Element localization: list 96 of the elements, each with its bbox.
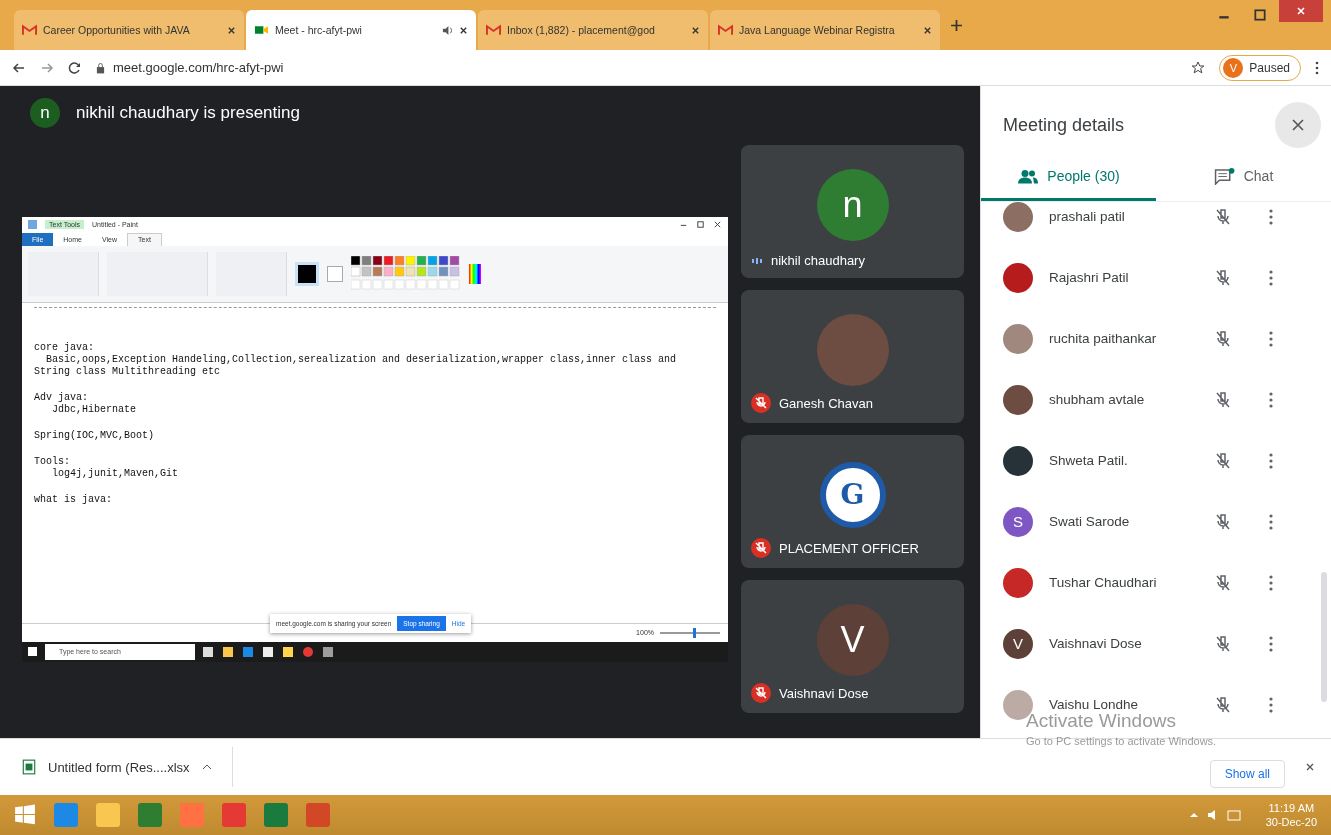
tab-title: Inbox (1,882) - placement@god bbox=[507, 24, 656, 36]
paint-app-icon bbox=[28, 220, 37, 229]
browser-tab[interactable]: Meet - hrc-afyt-pwi bbox=[246, 10, 476, 50]
tab-title: Career Opportunities with JAVA bbox=[43, 24, 191, 36]
show-all-button[interactable]: Show all bbox=[1209, 760, 1285, 788]
chat-icon bbox=[1213, 167, 1236, 185]
mail-icon bbox=[22, 24, 37, 36]
photo-placeholder bbox=[1003, 323, 1033, 354]
document-line: Basic,oops,Exception Handeling,Collection,serealization and deserialization,wrapper class,inner class and bbox=[45, 353, 678, 366]
more-icon[interactable] bbox=[1269, 513, 1273, 530]
logo-badge: G bbox=[819, 461, 886, 528]
close-icon bbox=[1291, 118, 1305, 132]
participant-avatar: V bbox=[816, 603, 889, 676]
close-icon bbox=[713, 220, 722, 229]
star-icon[interactable] bbox=[1191, 60, 1206, 75]
participant-name: Swati Sarode bbox=[1049, 514, 1131, 529]
close-icon[interactable] bbox=[691, 25, 700, 35]
more-icon[interactable] bbox=[1269, 696, 1273, 713]
participant-avatar: n bbox=[816, 168, 889, 241]
close-window-button[interactable] bbox=[1279, 0, 1323, 22]
color-two-swatch bbox=[327, 265, 343, 282]
more-icon[interactable] bbox=[1269, 635, 1273, 652]
reload-icon[interactable] bbox=[68, 60, 82, 75]
photo-placeholder bbox=[1003, 384, 1033, 415]
scrollbar[interactable] bbox=[1321, 572, 1327, 702]
participant-name: Shweta Patil. bbox=[1049, 453, 1129, 468]
participant-name: Ganesh Chavan bbox=[779, 395, 873, 411]
photo-placeholder bbox=[1003, 262, 1033, 293]
close-icon[interactable] bbox=[1305, 762, 1315, 772]
browser-tab[interactable]: Java Language Webinar Registra bbox=[710, 10, 940, 50]
document-line: what is java: bbox=[34, 493, 113, 506]
mail-icon bbox=[718, 24, 733, 36]
photo-placeholder bbox=[1003, 567, 1033, 598]
new-tab-icon[interactable] bbox=[950, 18, 963, 32]
presenter-text: nikhil chaudhary is presenting bbox=[76, 103, 300, 123]
participant-name: prashali patil bbox=[1049, 209, 1126, 224]
document-line: log4j,junit,Maven,Git bbox=[51, 467, 180, 480]
maximize-icon bbox=[696, 220, 705, 229]
spreadsheet-file-icon bbox=[22, 759, 36, 775]
participant-name: ruchita paithankar bbox=[1049, 331, 1158, 346]
more-icon[interactable] bbox=[1269, 269, 1273, 286]
address-bar[interactable]: meet.google.com/hrc-afyt-pwi bbox=[96, 60, 1178, 75]
activation-notice-title: Activate Windows bbox=[1026, 710, 1177, 732]
more-icon[interactable] bbox=[1269, 208, 1273, 225]
download-item[interactable]: Untitled form (Res....xlsx bbox=[22, 747, 233, 787]
tab-title: Meet - hrc-afyt-pwi bbox=[275, 24, 363, 36]
document-line: Spring(IOC,MVC,Boot) bbox=[34, 429, 156, 442]
windows-logo-icon[interactable] bbox=[14, 804, 36, 826]
document-line: core java: bbox=[34, 341, 95, 354]
participant-name: Vaishnavi Dose bbox=[1049, 636, 1143, 651]
close-icon[interactable] bbox=[459, 25, 468, 35]
participant-name: Vaishnavi Dose bbox=[779, 685, 869, 701]
participant-name: Tushar Chaudhari bbox=[1049, 575, 1158, 590]
back-icon[interactable] bbox=[12, 60, 26, 75]
more-icon[interactable] bbox=[1269, 391, 1273, 408]
close-icon[interactable] bbox=[923, 25, 932, 35]
color-one-swatch bbox=[295, 261, 319, 286]
more-icon[interactable] bbox=[1269, 452, 1273, 469]
tab-title: Java Language Webinar Registra bbox=[739, 24, 896, 36]
more-icon[interactable] bbox=[1269, 330, 1273, 347]
close-icon[interactable] bbox=[227, 25, 236, 35]
activation-notice-text: Go to PC settings to activate Windows. bbox=[1026, 735, 1217, 747]
photo-placeholder bbox=[1003, 445, 1033, 476]
edit-colors-icon bbox=[469, 263, 481, 284]
panel-title: Meeting details bbox=[1003, 114, 1126, 136]
participant-name: Vaishu Londhe bbox=[1049, 697, 1140, 712]
document-line: Tools: bbox=[34, 455, 71, 468]
people-icon bbox=[1017, 167, 1040, 185]
participant-avatar: V bbox=[1003, 628, 1033, 659]
panel-tab[interactable]: People (30) bbox=[981, 154, 1156, 201]
more-icon[interactable] bbox=[1315, 60, 1319, 75]
video-camera-icon bbox=[254, 24, 269, 36]
close-icon bbox=[1296, 6, 1306, 16]
participant-name: nikhil chaudhary bbox=[771, 253, 865, 268]
presenter-avatar: n bbox=[30, 98, 60, 128]
windows-logo-icon bbox=[28, 647, 37, 656]
close-button[interactable] bbox=[1275, 102, 1321, 148]
document-line: Adv java: bbox=[34, 391, 89, 404]
browser-tab[interactable]: Inbox (1,882) - placement@god bbox=[478, 10, 708, 50]
lock-icon bbox=[96, 61, 105, 74]
panel-tab[interactable]: Chat bbox=[1156, 154, 1331, 201]
clock-date: 30-Dec-20 bbox=[1265, 815, 1317, 829]
forward-icon[interactable] bbox=[40, 60, 54, 75]
document-line: Jdbc,Hibernate bbox=[51, 403, 138, 416]
participant-avatar: S bbox=[1003, 506, 1033, 537]
maximize-icon[interactable] bbox=[1253, 8, 1267, 22]
participant-name: Rajashri Patil bbox=[1049, 270, 1130, 285]
clock-time: 11:19 AM bbox=[1268, 801, 1315, 815]
browser-tab[interactable]: Career Opportunities with JAVA bbox=[14, 10, 244, 50]
caret-icon bbox=[201, 764, 212, 770]
mail-icon bbox=[486, 24, 501, 36]
photo-placeholder bbox=[1003, 202, 1033, 232]
more-icon[interactable] bbox=[1269, 574, 1273, 591]
document-line: String class Multithreading etc bbox=[34, 365, 222, 378]
participant-name: shubham avtale bbox=[1049, 392, 1146, 407]
participant-name: PLACEMENT OFFICER bbox=[779, 540, 919, 556]
